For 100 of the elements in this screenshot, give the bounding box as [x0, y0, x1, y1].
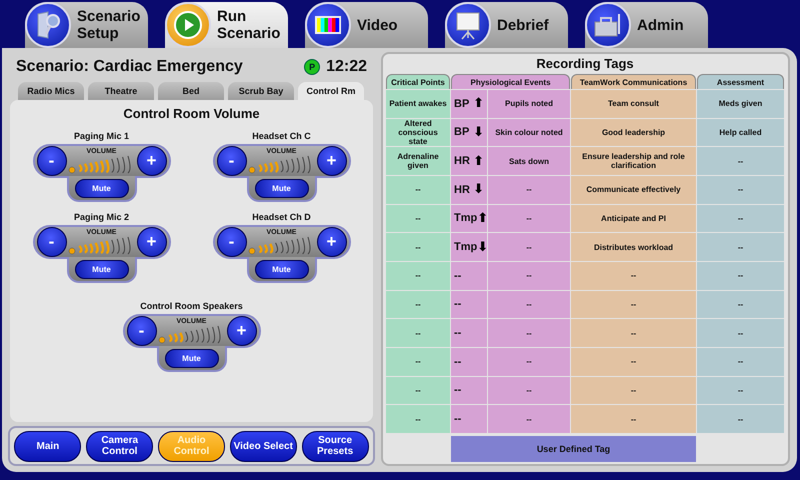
- mute-button[interactable]: Mute: [74, 260, 128, 278]
- vital-label: --: [454, 356, 462, 368]
- room-tab[interactable]: Control Rm: [298, 82, 364, 100]
- nav-button[interactable]: Main: [14, 430, 82, 462]
- volume-up-button[interactable]: +: [136, 227, 166, 257]
- vital-sign-cell[interactable]: --: [451, 376, 487, 404]
- tag-cell[interactable]: --: [488, 348, 570, 376]
- vital-label: --: [454, 270, 462, 282]
- mute-button[interactable]: Mute: [164, 348, 218, 368]
- vital-sign-cell[interactable]: Tmp⬆: [451, 204, 487, 232]
- vital-sign-cell[interactable]: --: [451, 319, 487, 347]
- main-tab[interactable]: Video: [305, 2, 428, 48]
- toolbox-icon: [593, 12, 623, 38]
- vital-sign-cell[interactable]: --: [451, 405, 487, 433]
- tag-cell[interactable]: --: [571, 319, 696, 347]
- tag-cell[interactable]: Distributes workload: [571, 233, 696, 261]
- main-tab[interactable]: Run Scenario: [165, 2, 288, 48]
- tag-cell[interactable]: --: [386, 376, 450, 404]
- volume-down-button[interactable]: -: [36, 227, 66, 257]
- vital-sign-cell[interactable]: HR ⬇: [451, 176, 487, 204]
- vital-sign-cell[interactable]: --: [451, 290, 487, 318]
- room-tab[interactable]: Theatre: [88, 82, 154, 100]
- vital-sign-cell[interactable]: --: [451, 262, 487, 290]
- tag-cell[interactable]: --: [386, 405, 450, 433]
- channel-label: Paging Mic 1: [74, 131, 129, 141]
- vital-label: Tmp: [454, 212, 478, 224]
- nav-button[interactable]: Camera Control: [86, 430, 154, 462]
- tag-cell[interactable]: --: [386, 262, 450, 290]
- tag-cell[interactable]: --: [488, 176, 570, 204]
- mute-button[interactable]: Mute: [254, 178, 308, 198]
- volume-down-button[interactable]: -: [216, 146, 246, 176]
- elapsed-time: 12:22: [326, 58, 367, 76]
- vital-label: BP: [454, 126, 470, 138]
- vital-sign-cell[interactable]: BP ⬇: [451, 118, 487, 146]
- tag-cell[interactable]: --: [488, 319, 570, 347]
- channel-label: Headset Ch D: [252, 212, 311, 222]
- volume-up-button[interactable]: +: [316, 146, 346, 176]
- tag-cell[interactable]: --: [697, 233, 784, 261]
- tag-cell[interactable]: --: [386, 233, 450, 261]
- tag-cell[interactable]: --: [697, 147, 784, 175]
- vital-sign-cell[interactable]: BP ⬆: [451, 90, 487, 118]
- volume-up-button[interactable]: +: [136, 146, 166, 176]
- tag-cell[interactable]: --: [697, 348, 784, 376]
- tag-cell[interactable]: --: [697, 376, 784, 404]
- tag-cell[interactable]: --: [571, 290, 696, 318]
- tag-cell[interactable]: --: [488, 262, 570, 290]
- room-tab[interactable]: Bed: [158, 82, 224, 100]
- vital-label: --: [454, 298, 462, 310]
- tag-cell[interactable]: Good leadership: [571, 118, 696, 146]
- tag-cell[interactable]: --: [488, 290, 570, 318]
- main-tab[interactable]: Debrief: [445, 2, 568, 48]
- tag-cell[interactable]: --: [386, 319, 450, 347]
- play-icon: [174, 11, 202, 39]
- tag-cell[interactable]: Patient awakes: [386, 90, 450, 118]
- tag-cell[interactable]: --: [386, 176, 450, 204]
- tag-cell[interactable]: --: [697, 290, 784, 318]
- tag-cell[interactable]: --: [697, 262, 784, 290]
- tag-cell[interactable]: --: [488, 233, 570, 261]
- tag-cell[interactable]: Help called: [697, 118, 784, 146]
- tag-cell[interactable]: --: [697, 204, 784, 232]
- tag-cell[interactable]: --: [386, 290, 450, 318]
- tag-cell[interactable]: Meds given: [697, 90, 784, 118]
- tag-cell[interactable]: Communicate effectively: [571, 176, 696, 204]
- tag-cell[interactable]: --: [697, 405, 784, 433]
- tag-cell[interactable]: --: [697, 319, 784, 347]
- volume-down-button[interactable]: -: [216, 227, 246, 257]
- vital-sign-cell[interactable]: Tmp⬇: [451, 233, 487, 261]
- tag-cell[interactable]: --: [697, 176, 784, 204]
- tag-cell[interactable]: --: [488, 204, 570, 232]
- tag-cell[interactable]: Anticipate and PI: [571, 204, 696, 232]
- volume-down-button[interactable]: -: [126, 316, 156, 346]
- user-defined-tag-button[interactable]: User Defined Tag: [451, 436, 696, 462]
- tag-cell[interactable]: Adrenaline given: [386, 147, 450, 175]
- tag-cell[interactable]: --: [386, 348, 450, 376]
- volume-up-button[interactable]: +: [226, 316, 256, 346]
- tag-cell[interactable]: --: [571, 405, 696, 433]
- volume-down-button[interactable]: -: [36, 146, 66, 176]
- tag-cell[interactable]: Pupils noted: [488, 90, 570, 118]
- tag-cell[interactable]: Ensure leadership and role clarification: [571, 147, 696, 175]
- tag-cell[interactable]: --: [488, 405, 570, 433]
- tag-cell[interactable]: --: [488, 376, 570, 404]
- tag-cell[interactable]: Altered conscious state: [386, 118, 450, 146]
- room-tab[interactable]: Scrub Bay: [228, 82, 294, 100]
- tag-cell[interactable]: Skin colour noted: [488, 118, 570, 146]
- main-tab[interactable]: Admin: [585, 2, 708, 48]
- tag-cell[interactable]: --: [571, 348, 696, 376]
- tag-cell[interactable]: Sats down: [488, 147, 570, 175]
- tag-cell[interactable]: --: [386, 204, 450, 232]
- vital-sign-cell[interactable]: --: [451, 348, 487, 376]
- nav-button[interactable]: Video Select: [230, 430, 297, 462]
- tag-cell[interactable]: --: [571, 262, 696, 290]
- main-tab[interactable]: Scenario Setup: [25, 2, 148, 48]
- vital-sign-cell[interactable]: HR ⬆: [451, 147, 487, 175]
- nav-button[interactable]: Source Presets: [302, 430, 369, 462]
- tag-cell[interactable]: Team consult: [571, 90, 696, 118]
- room-tab[interactable]: Radio Mics: [18, 82, 84, 100]
- mute-button[interactable]: Mute: [254, 260, 308, 278]
- mute-button[interactable]: Mute: [74, 178, 128, 198]
- tag-cell[interactable]: --: [571, 376, 696, 404]
- volume-up-button[interactable]: +: [316, 227, 346, 257]
